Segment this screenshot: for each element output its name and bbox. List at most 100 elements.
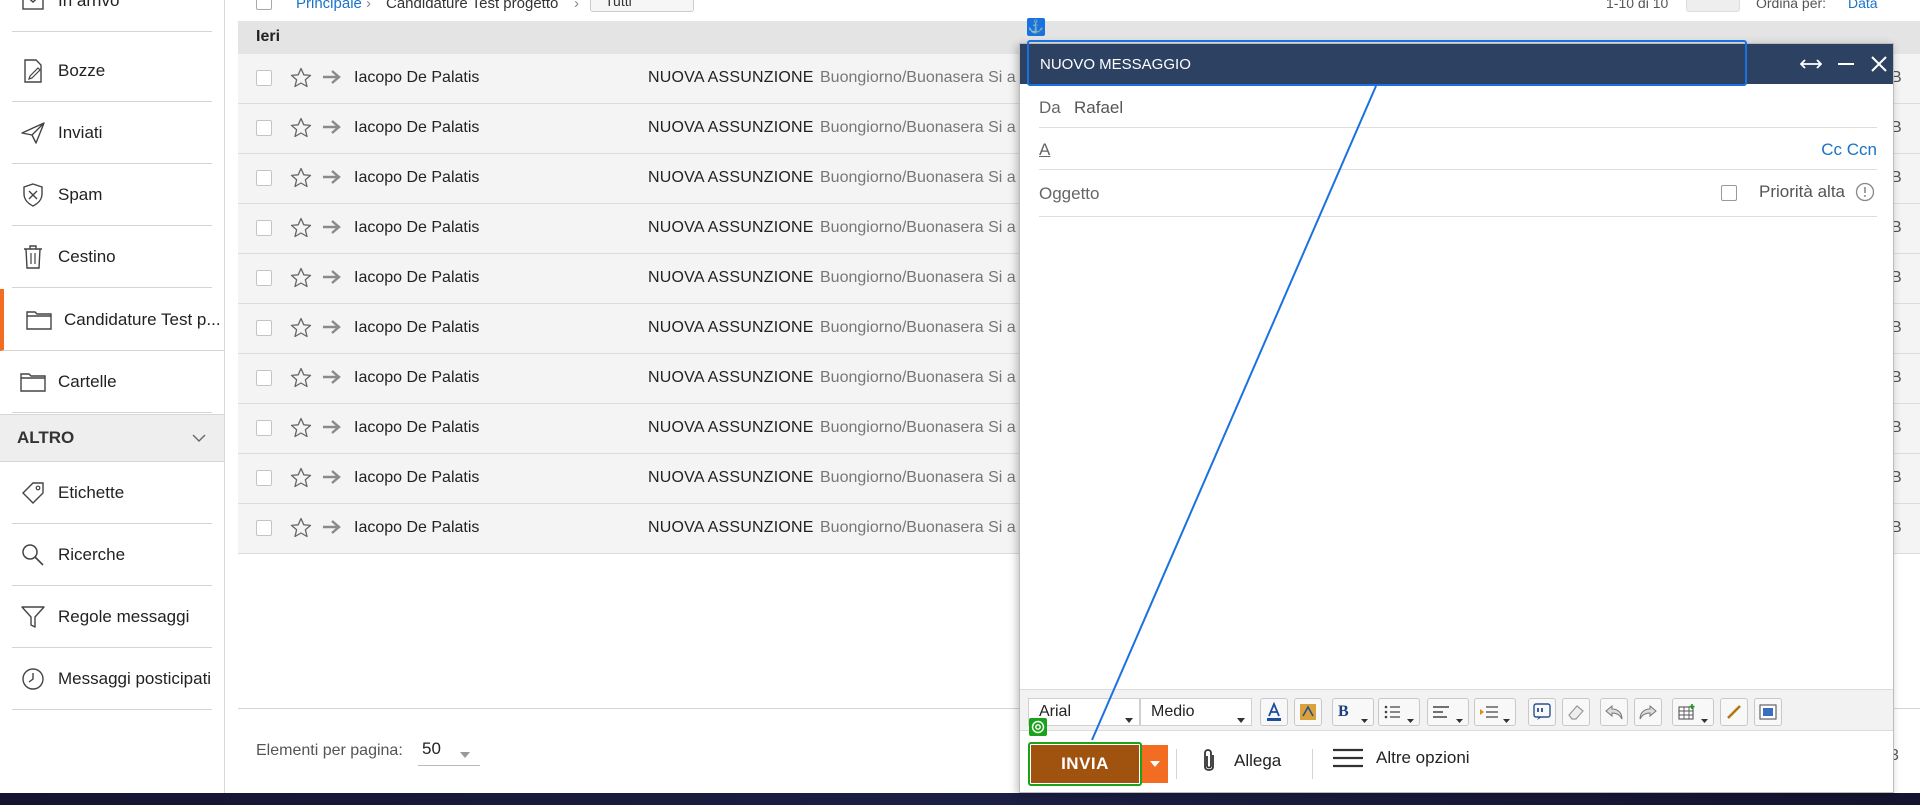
- sidebar-item-sent[interactable]: Inviati: [12, 102, 212, 164]
- row-sender: Iacopo De Palatis: [354, 169, 480, 186]
- star-icon[interactable]: [290, 317, 312, 344]
- row-sender: Iacopo De Palatis: [354, 369, 480, 386]
- star-icon[interactable]: [290, 267, 312, 294]
- forwarded-arrow-icon: [322, 169, 342, 190]
- row-subject: NUOVA ASSUNZIONE: [648, 319, 814, 336]
- from-field[interactable]: Da Rafael: [1039, 86, 1877, 128]
- background-color-button[interactable]: [1294, 698, 1322, 726]
- formatting-toolbar: Arial Medio B: [1020, 689, 1893, 731]
- filter-dropdown[interactable]: Tutti: [590, 0, 694, 12]
- info-exclamation-icon: [1855, 182, 1875, 207]
- sidebar-item-spam[interactable]: Spam: [12, 164, 212, 226]
- anchor-icon: ⚓: [1027, 18, 1045, 36]
- insert-link-button[interactable]: [1720, 698, 1748, 726]
- star-icon[interactable]: [290, 517, 312, 544]
- sidebar-item-labels[interactable]: Etichette: [12, 462, 212, 524]
- sidebar-item-drafts[interactable]: Bozze: [12, 40, 212, 102]
- table-icon: [1678, 704, 1695, 720]
- close-icon[interactable]: [1866, 52, 1892, 76]
- sort-dropdown[interactable]: Data: [1848, 0, 1878, 11]
- row-subject: NUOVA ASSUNZIONE: [648, 169, 814, 186]
- forwarded-arrow-icon: [322, 69, 342, 90]
- tag-icon: [18, 478, 48, 508]
- row-checkbox[interactable]: [256, 370, 272, 386]
- row-sender: Iacopo De Palatis: [354, 119, 480, 136]
- spam-shield-icon: [18, 180, 48, 210]
- sidebar-item-searches[interactable]: Ricerche: [12, 524, 212, 586]
- quote-icon: [1533, 703, 1551, 720]
- to-label[interactable]: A: [1039, 140, 1050, 160]
- section-altro-header[interactable]: ALTRO: [0, 414, 224, 462]
- send-button-highlight: [1028, 742, 1142, 786]
- row-checkbox[interactable]: [256, 220, 272, 236]
- sidebar-item-label: Messaggi posticipati: [58, 668, 212, 688]
- list-button[interactable]: [1378, 698, 1420, 726]
- star-icon[interactable]: [290, 67, 312, 94]
- row-checkbox[interactable]: [256, 520, 272, 536]
- font-size-select[interactable]: Medio: [1140, 698, 1252, 726]
- redo-button[interactable]: [1634, 698, 1662, 726]
- row-checkbox[interactable]: [256, 320, 272, 336]
- cc-link[interactable]: Cc: [1821, 140, 1842, 159]
- row-sender: Iacopo De Palatis: [354, 519, 480, 536]
- breadcrumb-link[interactable]: Principale: [296, 0, 362, 12]
- pager-buttons[interactable]: [1686, 0, 1740, 12]
- to-field[interactable]: A Cc Ccn: [1039, 128, 1877, 170]
- undo-icon: [1605, 704, 1623, 720]
- sidebar-item-rules[interactable]: Regole messaggi: [12, 586, 212, 648]
- row-checkbox[interactable]: [256, 120, 272, 136]
- more-options-button[interactable]: Altre opzioni: [1332, 747, 1470, 769]
- caret-down-icon: [1237, 710, 1245, 728]
- row-sender: Iacopo De Palatis: [354, 219, 480, 236]
- cc-ccn-links[interactable]: Cc Ccn: [1821, 140, 1877, 160]
- star-icon[interactable]: [290, 217, 312, 244]
- row-sender: Iacopo De Palatis: [354, 69, 480, 86]
- star-icon[interactable]: [290, 117, 312, 144]
- message-body-editor[interactable]: [1039, 222, 1877, 722]
- star-icon[interactable]: [290, 167, 312, 194]
- row-subject: NUOVA ASSUNZIONE: [648, 469, 814, 486]
- row-checkbox[interactable]: [256, 170, 272, 186]
- row-preview: Buongiorno/Buonasera Si a: [820, 419, 1016, 436]
- undo-button[interactable]: [1600, 698, 1628, 726]
- sidebar-item-trash[interactable]: Cestino: [12, 226, 212, 288]
- clear-format-button[interactable]: [1562, 698, 1590, 726]
- expand-horizontal-icon[interactable]: [1798, 52, 1824, 76]
- select-all-checkbox[interactable]: [256, 0, 272, 10]
- row-sender: Iacopo De Palatis: [354, 419, 480, 436]
- sidebar-item-candidature[interactable]: Candidature Test p...: [0, 289, 224, 351]
- chevron-down-icon: [192, 430, 206, 448]
- row-checkbox[interactable]: [256, 470, 272, 486]
- indent-button[interactable]: [1474, 698, 1516, 726]
- subject-field[interactable]: Oggetto Priorità alta: [1039, 170, 1877, 217]
- row-sender: Iacopo De Palatis: [354, 269, 480, 286]
- star-icon[interactable]: [290, 417, 312, 444]
- insert-image-button[interactable]: [1754, 698, 1782, 726]
- quote-button[interactable]: [1528, 698, 1556, 726]
- per-page-select[interactable]: 50: [418, 736, 480, 766]
- row-checkbox[interactable]: [256, 70, 272, 86]
- row-preview: Buongiorno/Buonasera Si a: [820, 269, 1016, 286]
- minimize-icon[interactable]: [1833, 52, 1859, 76]
- send-options-button[interactable]: [1142, 745, 1168, 783]
- row-checkbox[interactable]: [256, 420, 272, 436]
- priority-checkbox[interactable]: [1721, 185, 1737, 201]
- breadcrumb-current: Candidature Test progetto: [386, 0, 559, 12]
- sidebar-item-scheduled[interactable]: Messaggi posticipati: [12, 648, 212, 710]
- star-icon[interactable]: [290, 367, 312, 394]
- insert-table-button[interactable]: [1672, 698, 1714, 726]
- indent-icon: [1480, 706, 1498, 718]
- divider: [1312, 749, 1313, 779]
- align-button[interactable]: [1427, 698, 1469, 726]
- sidebar-item-inbox[interactable]: In arrivo: [12, 0, 212, 32]
- text-color-button[interactable]: [1260, 698, 1288, 726]
- ccn-link[interactable]: Ccn: [1847, 140, 1877, 159]
- bold-button[interactable]: B: [1332, 698, 1374, 726]
- caret-down-icon: [1701, 710, 1708, 728]
- per-page-label: Elementi per pagina:: [256, 742, 403, 759]
- star-icon[interactable]: [290, 467, 312, 494]
- sidebar-item-folders[interactable]: Cartelle: [12, 351, 212, 413]
- forwarded-arrow-icon: [322, 219, 342, 240]
- row-checkbox[interactable]: [256, 270, 272, 286]
- attach-button[interactable]: Allega: [1200, 747, 1281, 775]
